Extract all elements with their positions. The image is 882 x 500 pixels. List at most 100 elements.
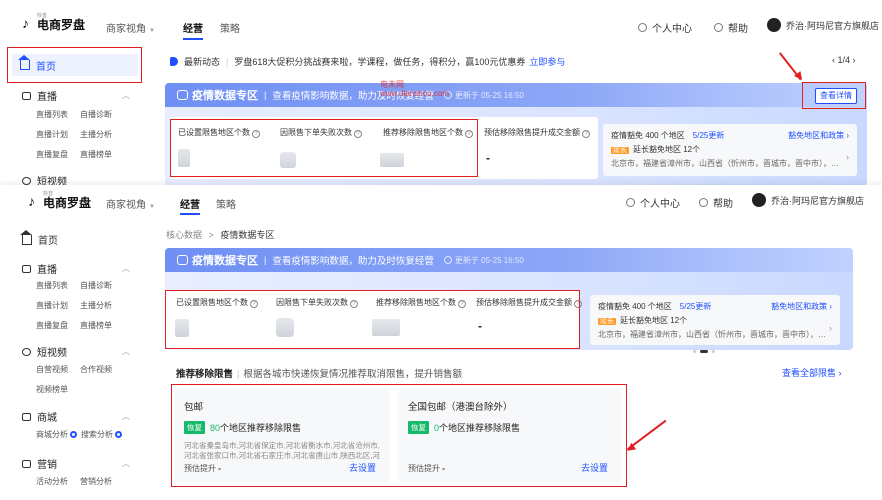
- help-circle-icon: ?: [574, 300, 582, 308]
- help-circle-icon: ?: [582, 130, 590, 138]
- sidebar-item-anchor-analysis[interactable]: 主播分析: [80, 129, 124, 140]
- banner-updated: 更新于 05-25 16:50: [454, 255, 524, 265]
- help-circle-icon: ?: [350, 300, 358, 308]
- exempt-updated: 5/25更新: [692, 131, 725, 140]
- sidebar-item-video-rank[interactable]: 视频榜单: [36, 384, 80, 395]
- view-all-restrictions-link[interactable]: 查看全部限售 ›: [782, 366, 842, 379]
- go-setting-button[interactable]: 去设置: [581, 461, 608, 474]
- help-link[interactable]: 帮助: [699, 195, 733, 210]
- stat-label-failed-orders: 因限售下单失败次数?: [280, 127, 362, 138]
- video-icon: [22, 347, 31, 356]
- exempt-regions: 北京市，福建省漳州市，山西省（忻州市，晋城市，晋中市），吉林省...: [611, 159, 846, 168]
- sidebar-mall-items: 商城分析 搜索分析: [36, 429, 122, 440]
- user-icon: [626, 198, 635, 207]
- sidebar-item-live-rank[interactable]: 直播榜单: [80, 320, 124, 331]
- recover-tag: 恢复: [184, 421, 205, 434]
- tab-strategy[interactable]: 策略: [216, 196, 236, 211]
- news-pager[interactable]: ‹ 1/4 ›: [832, 55, 856, 65]
- sidebar-group-live[interactable]: 直播 ︿: [22, 261, 150, 276]
- sidebar-item-live-rank[interactable]: 直播榜单: [80, 149, 124, 160]
- sidebar-group-live[interactable]: 直播 ︿: [22, 88, 150, 103]
- sidebar-group-marketing[interactable]: 营销 ︿: [22, 456, 150, 471]
- stat-label-est-gmv: 预估移除限售提升成交金额?: [476, 297, 582, 308]
- avatar: [767, 18, 781, 32]
- brand-logo[interactable]: ♪ 抖音 电商罗盘: [28, 192, 92, 210]
- exempt-policy-link[interactable]: 豁免地区和政策 ›: [788, 130, 849, 141]
- view-switch[interactable]: 商家视角 ▼: [106, 20, 155, 35]
- carousel-dot-active[interactable]: [700, 350, 708, 353]
- stat-label-set-regions: 已设置限售地区个数?: [178, 127, 260, 138]
- sidebar-item-live-plan[interactable]: 直播计划: [36, 300, 80, 311]
- sidebar-item-activity-analysis[interactable]: 活动分析: [36, 476, 80, 487]
- estimate: 预估提升 -: [184, 464, 221, 473]
- chevron-up-icon: ︿: [122, 347, 130, 356]
- chevron-left-icon[interactable]: ‹: [832, 55, 835, 65]
- tab-operation[interactable]: 经营: [183, 20, 203, 35]
- carousel-dot[interactable]: [712, 350, 715, 353]
- card-title: 包邮: [184, 402, 204, 413]
- blurred-value: [280, 152, 296, 168]
- blurred-value: [175, 319, 189, 337]
- sidebar-item-search-analysis[interactable]: 搜索分析: [81, 429, 122, 440]
- news-join-link[interactable]: 立即参与: [529, 55, 565, 68]
- personal-center-link[interactable]: 个人中心: [638, 20, 692, 35]
- tab-strategy[interactable]: 策略: [220, 20, 240, 35]
- chevron-right-icon[interactable]: ›: [853, 55, 856, 65]
- banner-updated: 更新于 05-25 16:50: [454, 90, 524, 100]
- sidebar-item-live-list[interactable]: 直播列表: [36, 280, 80, 291]
- stat-value-est-gmv: -: [478, 319, 482, 333]
- chevron-up-icon: ︿: [122, 91, 130, 100]
- sidebar-item-home[interactable]: 首页: [12, 54, 138, 76]
- sidebar-item-marketing-analysis[interactable]: 营销分析: [80, 476, 124, 487]
- exempt-title: 疫情豁免 400 个地区: [598, 302, 672, 311]
- sidebar-live-items: 直播列表 自播诊断 直播计划 主播分析 直播复盘 直播榜单: [36, 280, 124, 331]
- stat-label-recommend-remove: 推荐移除限售地区个数?: [376, 297, 466, 308]
- sidebar-item-live-review[interactable]: 直播复盘: [36, 320, 80, 331]
- view-detail-button[interactable]: 查看详情: [815, 88, 857, 104]
- radio-icon: [115, 431, 122, 438]
- blurred-value: [276, 318, 294, 337]
- epidemic-exempt-card[interactable]: 疫情豁免 400 个地区 5/25更新 豁免地区和政策 › 延长 延长豁免地区 12…: [590, 295, 840, 345]
- sidebar-item-own-video[interactable]: 自营视频: [36, 364, 80, 375]
- recommend-count-text: 个地区推荐移除限售: [220, 423, 302, 433]
- radio-icon: [70, 431, 77, 438]
- sidebar-item-self-diagnosis[interactable]: 自播诊断: [80, 280, 124, 291]
- annotation-arrow-detail: [779, 52, 802, 81]
- sidebar-item-live-review[interactable]: 直播复盘: [36, 149, 80, 160]
- epidemic-exempt-card[interactable]: 疫情豁免 400 个地区 5/25更新 豁免地区和政策 › 延长 延长豁免地区 12…: [603, 124, 857, 176]
- brand-name: 电商罗盘: [43, 196, 92, 210]
- exempt-policy-link[interactable]: 豁免地区和政策 ›: [771, 301, 832, 312]
- sidebar-item-mall-analysis[interactable]: 商城分析: [36, 429, 77, 440]
- extend-tag: 延长: [598, 318, 616, 325]
- sidebar-group-mall[interactable]: 商城 ︿: [22, 409, 150, 424]
- card-title: 全国包邮（港澳台除外）: [408, 402, 513, 413]
- personal-center-link[interactable]: 个人中心: [626, 195, 680, 210]
- sidebar-item-live-list[interactable]: 直播列表: [36, 109, 80, 120]
- sidebar-item-anchor-analysis[interactable]: 主播分析: [80, 300, 124, 311]
- sidebar-item-coop-video[interactable]: 合作视频: [80, 364, 124, 375]
- carousel-dot[interactable]: [693, 350, 696, 353]
- shop-switch[interactable]: 乔治·阿玛尼官方旗舰店: [767, 18, 879, 32]
- carousel-dots[interactable]: [693, 350, 715, 353]
- sidebar-live-items: 直播列表 自播诊断 直播计划 主播分析 直播复盘 直播榜单: [36, 109, 124, 160]
- clock-icon: [443, 256, 452, 264]
- sidebar-shortvideo-items: 自营视频 合作视频 视频榜单: [36, 364, 124, 395]
- view-switch[interactable]: 商家视角 ▼: [106, 196, 155, 211]
- go-setting-button[interactable]: 去设置: [349, 461, 376, 474]
- marketing-icon: [22, 459, 31, 468]
- breadcrumb-parent[interactable]: 核心数据: [166, 230, 202, 240]
- shop-switch[interactable]: 乔治·阿玛尼官方旗舰店: [752, 193, 864, 207]
- help-circle-icon: ?: [252, 130, 260, 138]
- sidebar-item-live-plan[interactable]: 直播计划: [36, 129, 80, 140]
- sidebar-group-shortvideo[interactable]: 短视频 ︿: [22, 344, 150, 359]
- chevron-right-icon[interactable]: ›: [846, 152, 849, 162]
- sidebar-item-self-diagnosis[interactable]: 自播诊断: [80, 109, 124, 120]
- help-link[interactable]: 帮助: [714, 20, 748, 35]
- chevron-right-icon[interactable]: ›: [829, 323, 832, 333]
- screenshot-bottom: ♪ 抖音 电商罗盘 商家视角 ▼ 经营 策略 个人中心 帮助 乔治·阿玛尼官方旗舰…: [0, 185, 882, 500]
- brand-logo[interactable]: ♪ 抖音 电商罗盘: [22, 14, 85, 32]
- live-icon: [22, 91, 31, 100]
- sidebar-item-home[interactable]: 首页: [20, 229, 58, 247]
- tab-operation[interactable]: 经营: [180, 196, 200, 211]
- active-tab-indicator: [180, 213, 200, 215]
